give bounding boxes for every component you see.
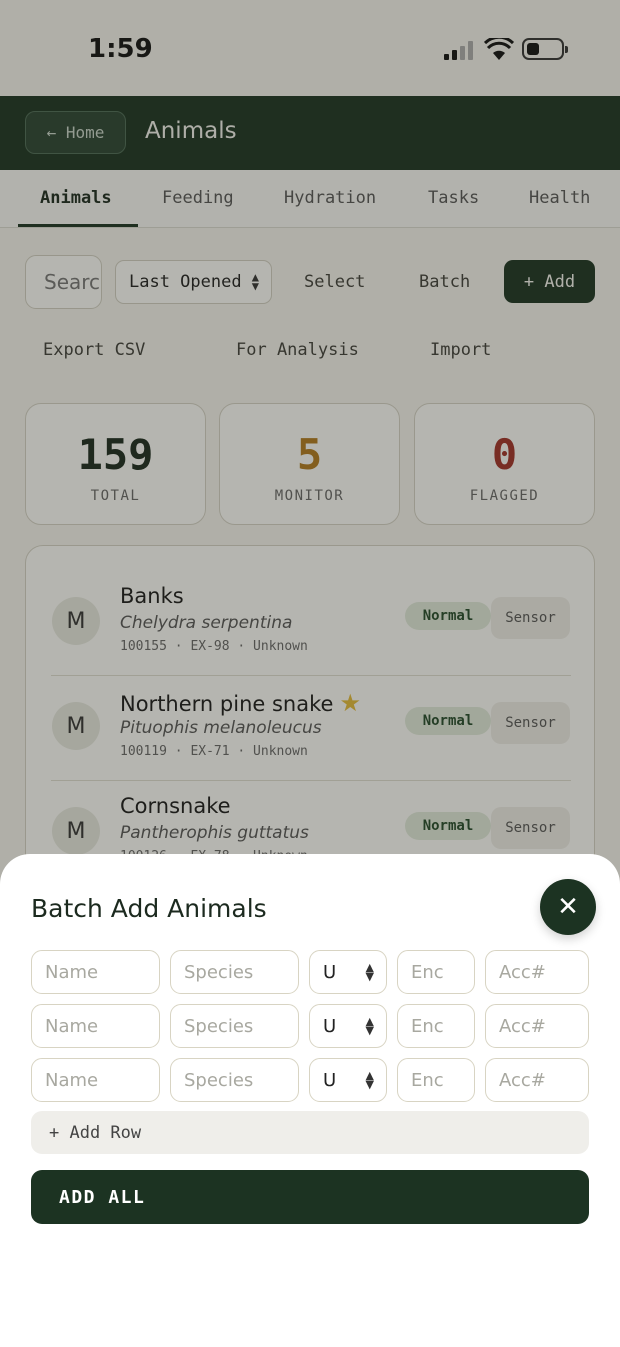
acc-field[interactable] (485, 950, 589, 994)
sheet-title: Batch Add Animals (31, 894, 267, 923)
species-field[interactable] (170, 1058, 299, 1102)
enc-field[interactable] (397, 1004, 475, 1048)
close-icon: ✕ (557, 892, 579, 922)
species-field[interactable] (170, 950, 299, 994)
batch-add-sheet: Batch Add Animals ✕ U ▲▼ U ▲▼ U ▲▼ + Add… (0, 854, 620, 1347)
species-field[interactable] (170, 1004, 299, 1048)
acc-field[interactable] (485, 1058, 589, 1102)
name-field[interactable] (31, 1058, 160, 1102)
enc-field[interactable] (397, 1058, 475, 1102)
close-button[interactable]: ✕ (540, 879, 596, 935)
chevron-updown-icon: ▲ ▼ (365, 961, 374, 983)
sex-select-value: U (323, 1015, 337, 1037)
sex-select[interactable]: U ▲ ▼ (309, 1058, 387, 1102)
sex-select-value: U (323, 961, 337, 983)
add-row-button[interactable]: + Add Row (31, 1111, 589, 1154)
chevron-updown-icon: ▲ ▼ (365, 1015, 374, 1037)
name-field[interactable] (31, 1004, 160, 1048)
add-all-button[interactable]: ADD ALL (31, 1170, 589, 1224)
sex-select[interactable]: U ▲ ▼ (309, 1004, 387, 1048)
sex-select-value: U (323, 1069, 337, 1091)
enc-field[interactable] (397, 950, 475, 994)
chevron-updown-icon: ▲ ▼ (365, 1069, 374, 1091)
sex-select[interactable]: U ▲ ▼ (309, 950, 387, 994)
name-field[interactable] (31, 950, 160, 994)
acc-field[interactable] (485, 1004, 589, 1048)
